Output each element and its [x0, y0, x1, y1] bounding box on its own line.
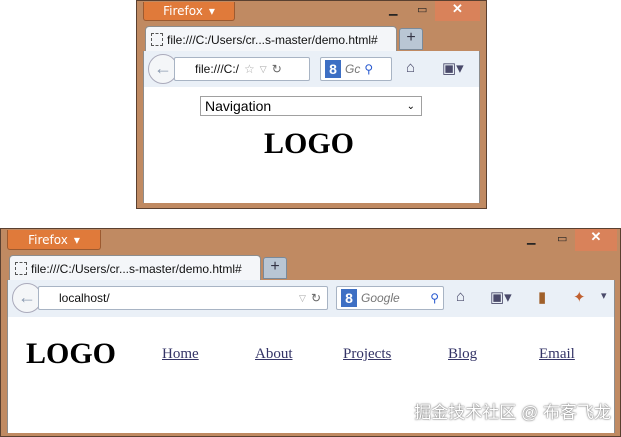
history-dropdown-icon[interactable]: ▽: [299, 293, 306, 304]
tab-title: file:///C:/Users/cr...s-master/demo.html…: [167, 32, 378, 47]
history-dropdown-icon[interactable]: ▽: [260, 64, 267, 75]
close-button[interactable]: ✕: [575, 229, 617, 251]
page-icon: [151, 33, 163, 46]
tab-title: file:///C:/Users/cr...s-master/demo.html…: [31, 261, 242, 276]
nav-link-home[interactable]: Home: [162, 346, 199, 363]
bookmarks-icon[interactable]: ▣▾: [442, 59, 464, 77]
search-box[interactable]: 8 Gc ⚲: [320, 57, 392, 81]
navigation-select[interactable]: Navigation ⌄: [200, 96, 422, 116]
navigation-toolbar: ← localhost/ ▽ ↻ 8 Google ⚲ ⌂ ▣▾ ▮ ✦ ▾: [7, 280, 615, 317]
firefox-label: Firefox: [163, 4, 203, 18]
close-button[interactable]: ✕: [435, 1, 480, 21]
home-icon[interactable]: ⌂: [406, 59, 415, 76]
new-tab-button[interactable]: +: [263, 257, 287, 279]
nav-link-blog[interactable]: Blog: [448, 346, 477, 363]
url-text: file:///C:/: [195, 62, 240, 76]
tab-active[interactable]: file:///C:/Users/cr...s-master/demo.html…: [9, 255, 261, 281]
google-engine-icon[interactable]: 8: [341, 289, 357, 307]
chevron-down-icon: ⌄: [406, 100, 415, 112]
search-icon[interactable]: ⚲: [430, 291, 439, 305]
address-bar[interactable]: file:///C:/ ☆ ▽ ↻: [174, 57, 310, 81]
reload-icon[interactable]: ↻: [272, 62, 282, 76]
logo: LOGO: [26, 337, 117, 370]
address-bar[interactable]: localhost/ ▽ ↻: [38, 286, 328, 310]
firefox-label: Firefox: [28, 232, 68, 247]
maximize-button[interactable]: ▭: [417, 3, 427, 16]
tab-active[interactable]: file:///C:/Users/cr...s-master/demo.html…: [145, 26, 397, 52]
select-value: Navigation: [205, 98, 272, 114]
dropdown-arrow-icon: ▾: [73, 232, 80, 247]
navigation-toolbar: ← file:///C:/ ☆ ▽ ↻ 8 Gc ⚲ ⌂ ▣▾: [143, 51, 480, 87]
page-content: Navigation ⌄ LOGO: [143, 87, 480, 203]
firefox-menu-button[interactable]: Firefox ▾: [7, 230, 101, 250]
overflow-menu-icon[interactable]: ▾: [601, 289, 607, 302]
dropdown-arrow-icon: ▾: [208, 4, 215, 18]
watermark: 掘金技术社区 @ 布客飞龙: [414, 403, 611, 422]
minimize-button[interactable]: ▁: [527, 232, 535, 245]
nav-link-email[interactable]: Email: [539, 346, 575, 363]
logo: LOGO: [264, 127, 355, 160]
bookmarks-icon[interactable]: ▣▾: [490, 288, 512, 306]
reload-icon[interactable]: ↻: [311, 291, 321, 305]
bookmark-star-icon[interactable]: ☆: [244, 62, 255, 76]
maximize-button[interactable]: ▭: [557, 232, 567, 245]
search-box[interactable]: 8 Google ⚲: [336, 286, 444, 310]
addon-bug-icon[interactable]: ✦: [573, 288, 586, 306]
google-engine-icon[interactable]: 8: [325, 60, 341, 78]
search-icon[interactable]: ⚲: [364, 62, 373, 76]
nav-link-about[interactable]: About: [255, 346, 293, 363]
search-input[interactable]: Gc: [345, 62, 360, 76]
page-icon: [15, 262, 27, 275]
home-icon[interactable]: ⌂: [456, 288, 465, 305]
new-tab-button[interactable]: +: [399, 28, 423, 50]
minimize-button[interactable]: ▁: [389, 3, 397, 16]
nav-link-projects[interactable]: Projects: [343, 346, 391, 363]
browser-window-narrow: Firefox ▾ ▁ ▭ ✕ file:///C:/Users/cr...s-m…: [136, 0, 487, 209]
search-input[interactable]: Google: [361, 291, 426, 305]
url-text: localhost/: [59, 291, 110, 305]
firefox-menu-button[interactable]: Firefox ▾: [143, 2, 235, 21]
addon-book-icon[interactable]: ▮: [538, 288, 546, 306]
